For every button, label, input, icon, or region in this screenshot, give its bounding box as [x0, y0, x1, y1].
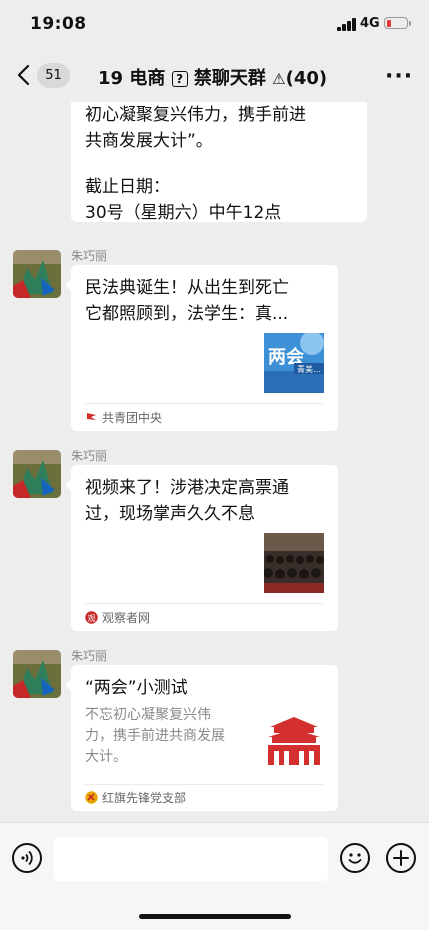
link-card[interactable]: 视频来了！涉港决定高票通 过，现场掌声久久不息 观观察者网: [65, 465, 338, 631]
network-type: 4G: [360, 16, 380, 31]
chat-header: 51 19 电商 ? 禁聊天群 ⚠(40) ···: [0, 50, 429, 102]
card-source: 观观察者网: [85, 609, 150, 626]
sender-name: 朱巧丽: [71, 449, 108, 463]
card-divider: [85, 603, 324, 604]
card-source: 红旗先锋党支部: [85, 789, 186, 806]
party-emblem-icon: [85, 791, 98, 804]
title-prefix: 19 电商: [98, 68, 166, 89]
svg-text:观: 观: [88, 614, 96, 623]
link-card[interactable]: “两会”小测试 不忘初心凝聚复兴伟 力，携手前进共商发展 大计。 红旗先锋党支部: [65, 665, 338, 811]
card-title-line: “两会”小测试: [85, 678, 188, 698]
status-bar: 19:08 4G: [0, 0, 429, 50]
card-divider: [85, 784, 324, 785]
chat-title[interactable]: 19 电商 ? 禁聊天群 ⚠(40): [98, 64, 327, 90]
card-divider: [85, 403, 324, 404]
card-thumbnail: 两会 青美…: [264, 333, 324, 393]
more-options-button[interactable]: ···: [385, 64, 413, 89]
chevron-left-icon: [17, 64, 30, 86]
card-thumbnail: [264, 533, 324, 593]
plus-icon: [393, 850, 409, 866]
message-line: 截止日期：: [85, 177, 170, 197]
avatar[interactable]: [13, 250, 61, 298]
message-line: 初心凝聚复兴伟力，携手前进: [85, 105, 306, 125]
card-title-line: 民法典诞生！从出生到死亡: [85, 278, 289, 298]
signal-icon: [337, 18, 357, 31]
guancha-logo-icon: 观: [85, 611, 98, 624]
warning-icon: ⚠: [272, 70, 286, 88]
card-title-line: 视频来了！涉港决定高票通: [85, 478, 289, 498]
card-description-line: 不忘初心凝聚复兴伟: [85, 707, 211, 723]
more-functions-button[interactable]: [386, 843, 416, 873]
card-title-line: 过，现场掌声久久不息: [85, 504, 255, 524]
message-line: 共商发展大计”。: [85, 131, 213, 151]
member-count: (40): [285, 68, 328, 89]
title-suffix: 禁聊天群: [193, 68, 266, 89]
chat-messages[interactable]: 初心凝聚复兴伟力，携手前进 共商发展大计”。 截止日期： 30号（星期六）中午1…: [0, 102, 429, 822]
card-title-line: 它都照顾到，法学生：真...: [85, 304, 289, 324]
thumb-caption: 青美…: [297, 364, 321, 374]
clock: 19:08: [30, 14, 87, 34]
avatar[interactable]: [13, 650, 61, 698]
sender-name: 朱巧丽: [71, 649, 108, 663]
sender-name: 朱巧丽: [71, 249, 108, 263]
previous-text-message[interactable]: 初心凝聚复兴伟力，携手前进 共商发展大计”。 截止日期： 30号（星期六）中午1…: [71, 102, 367, 223]
card-description-line: 力，携手前进共商发展: [85, 728, 225, 744]
source-name: 红旗先锋党支部: [102, 791, 187, 805]
battery-cap: [409, 21, 411, 26]
voice-button[interactable]: [12, 843, 42, 873]
unread-count-badge[interactable]: 51: [37, 63, 70, 88]
unknown-glyph-icon: ?: [171, 71, 188, 87]
flag-icon: [87, 413, 96, 423]
card-thumbnail: [264, 711, 324, 771]
card-description: 不忘初心凝聚复兴伟 力，携手前进共商发展 大计。: [85, 705, 255, 768]
back-button[interactable]: [16, 64, 38, 88]
avatar[interactable]: [13, 450, 61, 498]
card-description-line: 大计。: [85, 749, 127, 765]
message-input[interactable]: [54, 837, 328, 881]
card-title: 民法典诞生！从出生到死亡 它都照顾到，法学生：真...: [85, 275, 325, 327]
link-card[interactable]: 民法典诞生！从出生到死亡 它都照顾到，法学生：真... 两会 青美… 共青团中央: [65, 265, 338, 431]
voice-icon: [21, 850, 33, 866]
smiley-icon: [348, 853, 362, 864]
emoji-button[interactable]: [340, 843, 370, 873]
card-title: 视频来了！涉港决定高票通 过，现场掌声久久不息: [85, 475, 325, 527]
card-source: 共青团中央: [85, 409, 162, 426]
source-name: 观察者网: [102, 611, 151, 625]
home-indicator[interactable]: [139, 914, 291, 919]
card-title: “两会”小测试: [85, 675, 325, 701]
source-name: 共青团中央: [102, 411, 163, 425]
battery-icon: [384, 17, 408, 29]
message-line: 30号（星期六）中午12点: [85, 203, 282, 223]
